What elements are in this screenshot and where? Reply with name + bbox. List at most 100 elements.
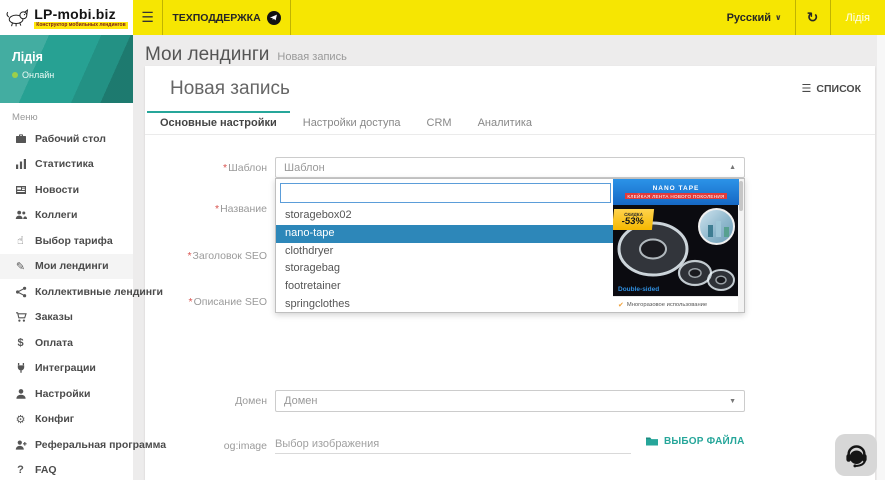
telegram-icon [267, 11, 281, 25]
tab-main-settings[interactable]: Основные настройки [147, 111, 290, 134]
gears-icon: ⚙ [12, 413, 29, 426]
sidebar-item-colleagues[interactable]: Коллеги [0, 203, 133, 229]
tab-access-settings[interactable]: Настройки доступа [290, 111, 414, 134]
app-logo[interactable]: LP-mobi.biz Конструктор мобильных лендин… [0, 0, 133, 35]
sidebar-item-label: Мои лендинги [35, 260, 109, 272]
sidebar-item-orders[interactable]: Заказы [0, 305, 133, 331]
sidebar-item-settings[interactable]: Настройки [0, 381, 133, 407]
card-title: Новая запись [170, 78, 290, 100]
new-record-card: Новая запись ☰ СПИСОК Основные настройки… [145, 66, 875, 480]
sidebar-item-payment[interactable]: $ Оплата [0, 330, 133, 356]
template-preview-image: NANO TAPE КЛЕЙКАЯ ЛЕНТА НОВОГО ПОКОЛЕНИЯ… [613, 179, 739, 296]
cart-icon [12, 311, 29, 323]
menu-section-label: Меню [0, 103, 133, 126]
page-title: Мои лендинги [145, 44, 269, 66]
sidebar-item-label: Коллеги [35, 209, 77, 221]
template-dropdown: storagebox02 nano-tape clothdryer storag… [275, 178, 745, 313]
preview-header: NANO TAPE КЛЕЙКАЯ ЛЕНТА НОВОГО ПОКОЛЕНИЯ [613, 179, 739, 205]
sidebar-item-collective-landings[interactable]: Коллективные лендинги [0, 279, 133, 305]
name-label: *Название [145, 203, 267, 215]
domain-select-placeholder: Домен [284, 395, 317, 407]
domain-label: Домен [145, 395, 267, 407]
sidebar-item-label: Рабочий стол [35, 133, 106, 145]
sidebar-item-news[interactable]: Новости [0, 177, 133, 203]
preview-caption: Double-sided [618, 286, 659, 293]
dog-logo-icon [5, 8, 29, 28]
sidebar-item-label: Конфиг [35, 413, 74, 425]
tech-support-label: ТЕХПОДДЕРЖКА [172, 12, 260, 24]
sidebar-item-faq[interactable]: ? FAQ [0, 458, 133, 480]
discount-badge: СКИДКА -53% [613, 209, 654, 230]
users-icon [12, 209, 29, 221]
template-preview: NANO TAPE КЛЕЙКАЯ ЛЕНТА НОВОГО ПОКОЛЕНИЯ… [613, 179, 739, 312]
sidebar-item-label: Статистика [35, 158, 94, 170]
list-button[interactable]: ☰ СПИСОК [802, 82, 861, 95]
template-label: *Шаблон [145, 162, 267, 174]
preview-feature-row: ✔ Многоразовое использование [613, 296, 739, 312]
template-select-placeholder: Шаблон [284, 162, 325, 174]
sidebar-item-label: Реферальная программа [35, 439, 166, 451]
sidebar-item-label: Новости [35, 184, 79, 196]
user-icon [12, 388, 29, 400]
chevron-down-icon: ▼ [729, 398, 736, 405]
dropdown-search-input[interactable] [280, 183, 611, 203]
seo-description-label: *Описание SEO [145, 296, 267, 308]
pencil-icon: ✎ [12, 260, 29, 273]
tab-crm[interactable]: CRM [414, 111, 465, 134]
domain-select[interactable]: Домен ▼ [275, 390, 745, 412]
support-chat-widget[interactable] [835, 434, 877, 476]
dropdown-option[interactable]: clothdryer [276, 243, 613, 261]
tech-support-button[interactable]: ТЕХПОДДЕРЖКА [163, 0, 291, 35]
folder-icon [645, 435, 659, 447]
dropdown-scrollbar-thumb[interactable] [739, 181, 743, 211]
list-icon: ☰ [802, 82, 812, 95]
profile-status: Онлайн [12, 70, 121, 80]
list-button-label: СПИСОК [816, 83, 861, 95]
dropdown-options: storagebox02 nano-tape clothdryer storag… [276, 207, 613, 314]
sidebar-item-config[interactable]: ⚙ Конфиг [0, 407, 133, 433]
sidebar-item-label: FAQ [35, 464, 57, 476]
tab-analytics[interactable]: Аналитика [465, 111, 545, 134]
chevron-down-icon: ∨ [775, 13, 782, 22]
refresh-icon: ↻ [807, 9, 819, 26]
logo-title: LP-mobi.biz [34, 7, 127, 21]
question-icon: ? [12, 464, 29, 476]
sidebar-item-label: Заказы [35, 311, 73, 323]
plug-icon [12, 362, 29, 374]
page-scrollbar[interactable] [877, 35, 885, 480]
dropdown-option[interactable]: storagebox02 [276, 207, 613, 225]
briefcase-icon [12, 133, 29, 145]
sidebar-item-statistics[interactable]: Статистика [0, 152, 133, 178]
dropdown-option[interactable]: storagebag [276, 260, 613, 278]
user-plus-icon [12, 439, 29, 451]
dropdown-option-selected[interactable]: nano-tape [276, 225, 613, 243]
header-user-button[interactable]: Лідія [831, 0, 885, 35]
sidebar-item-tariff[interactable]: ☝ Выбор тарифа [0, 228, 133, 254]
template-select[interactable]: Шаблон ▲ [275, 157, 745, 178]
online-status-icon [12, 72, 18, 78]
refresh-button[interactable]: ↻ [795, 0, 831, 35]
language-selector[interactable]: Русский ∨ [714, 0, 795, 35]
sidebar-item-desktop[interactable]: Рабочий стол [0, 126, 133, 152]
main-content: Мои лендинги Новая запись Новая запись ☰… [133, 35, 885, 480]
tab-bar: Основные настройки Настройки доступа CRM… [145, 111, 875, 135]
profile-name: Лідія [12, 50, 121, 64]
share-icon [12, 286, 29, 298]
headset-icon [843, 442, 870, 469]
language-label: Русский [727, 12, 771, 24]
sidebar-toggle-button[interactable]: ☰ [133, 0, 163, 35]
sidebar-item-label: Оплата [35, 337, 73, 349]
ogimage-input[interactable] [275, 434, 631, 454]
breadcrumb: Мои лендинги Новая запись [145, 44, 347, 66]
sidebar-item-my-landings[interactable]: ✎ Мои лендинги [0, 254, 133, 280]
sidebar-item-label: Настройки [35, 388, 90, 400]
online-status-label: Онлайн [22, 70, 54, 80]
dropdown-option[interactable]: footretainer [276, 278, 613, 296]
sidebar-item-integrations[interactable]: Интеграции [0, 356, 133, 382]
choose-file-button[interactable]: ВЫБОР ФАЙЛА [645, 435, 745, 447]
sidebar-profile: Лідія Онлайн [0, 35, 133, 103]
hand-icon: ☝ [12, 234, 29, 247]
sidebar-item-referral[interactable]: Реферальная программа [0, 432, 133, 458]
dropdown-option[interactable]: springclothes [276, 296, 613, 314]
header-user-name: Лідія [846, 12, 870, 24]
